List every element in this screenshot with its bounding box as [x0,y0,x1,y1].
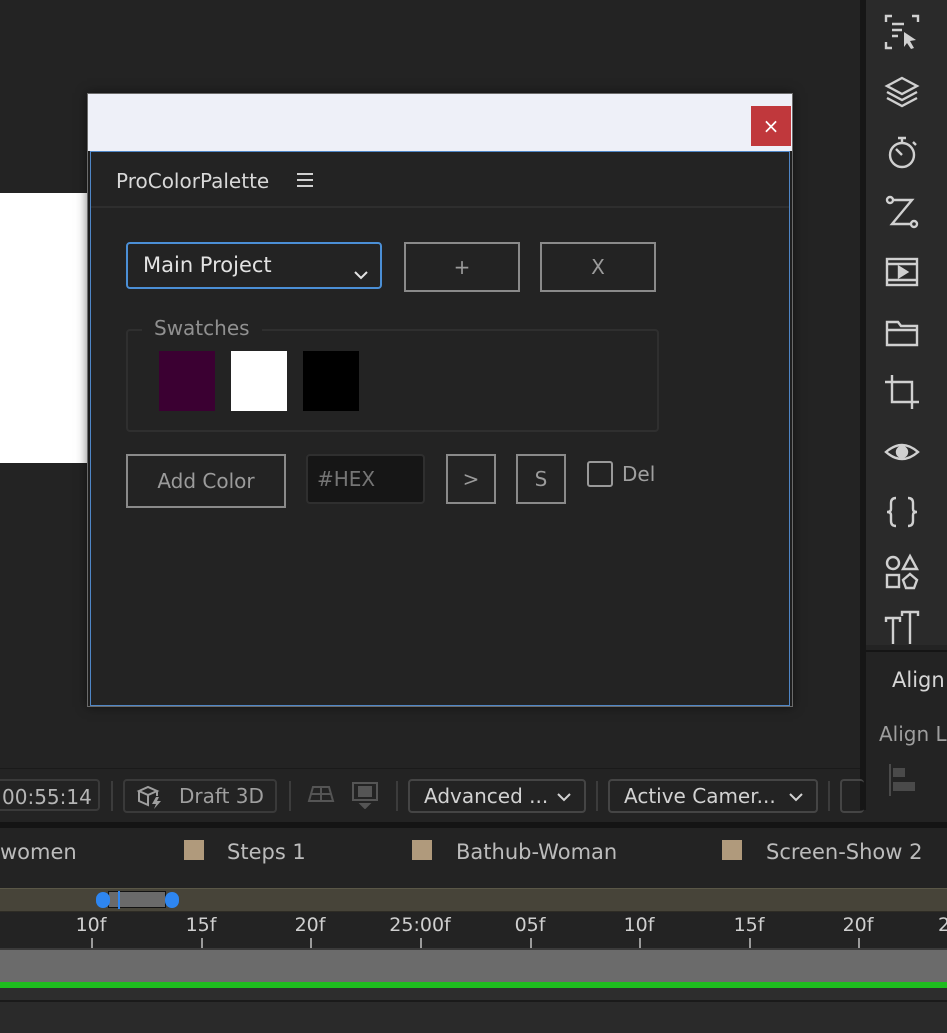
toolbar-separator [111,781,113,811]
chevron-down-icon [786,785,806,805]
tick-label: 20f [842,914,874,936]
timeline-track [0,988,947,1002]
stopwatch-icon[interactable] [882,132,922,172]
layer-color-chip[interactable] [722,840,742,860]
tick-label: 25:00f [389,914,451,936]
tick-label: 20f [294,914,326,936]
swatch-1[interactable] [159,351,215,411]
views-dropdown[interactable] [840,779,864,813]
hex-input[interactable] [306,454,425,504]
tick-mark [530,938,532,948]
navigator-playhead [118,891,120,909]
folder-icon[interactable] [882,312,922,352]
shapes-icon[interactable] [882,552,922,592]
toolbar-separator [396,781,398,811]
swatch-3[interactable] [303,351,359,411]
swatch-2[interactable] [231,351,287,411]
layers-icon[interactable] [882,72,922,112]
tick-label: 2 [937,914,947,936]
tool-strip [866,0,947,645]
delete-checkbox-label: Del [622,462,656,486]
text-tool-icon[interactable] [882,608,922,648]
close-button[interactable]: × [751,106,791,146]
tick-mark [420,938,422,948]
path-tool-icon[interactable] [882,192,922,232]
camera-value: Active Camer... [624,784,776,808]
tick-label: 10f [75,914,107,936]
selection-tool-icon[interactable] [882,12,922,52]
swatches-label: Swatches [142,316,262,340]
crop-icon[interactable] [882,372,922,412]
add-project-button[interactable]: + [404,242,520,292]
layer-label[interactable]: Steps 1 [227,840,306,864]
panel-body: ProColorPalette Main Project + X Swatche… [90,151,790,706]
chevron-down-icon [352,256,370,280]
dialog-title-bar[interactable]: × [88,94,792,151]
toolbar-separator [828,781,830,811]
navigator-range-bar[interactable] [108,891,166,908]
time-ruler[interactable]: 10f 15f 20f 25:00f 05f 10f 15f 20f 2 [0,912,947,948]
viewer-toolbar: 00:55:14 Draft 3D Advanced ... Active Ca… [0,768,864,823]
braces-icon[interactable] [882,492,922,532]
chevron-down-icon [554,785,574,805]
panel-title: ProColorPalette [116,169,270,193]
draft-3d-icon [135,784,165,810]
eye-icon[interactable] [882,432,922,472]
draft-3d-button[interactable]: Draft 3D [123,779,277,813]
layer-color-chip[interactable] [184,840,204,860]
procolorpalette-dialog: × ProColorPalette Main Project + X Swatc… [87,93,793,707]
renderer-dropdown[interactable]: Advanced ... [408,779,586,813]
timeline-track [0,1002,947,1033]
time-navigator[interactable] [0,888,947,912]
add-color-button[interactable]: Add Color [126,454,286,508]
project-select-value: Main Project [143,253,272,277]
toolbar-separator [596,781,598,811]
tick-label: 05f [514,914,546,936]
layer-label[interactable]: women [0,840,77,864]
tick-mark [749,938,751,948]
navigator-end-handle[interactable] [165,892,179,908]
draft-3d-label: Draft 3D [179,784,264,808]
align-panel: Align Align L [866,650,947,812]
ground-plane-icon[interactable] [306,779,336,809]
project-select[interactable]: Main Project [126,242,382,289]
layer-color-chip[interactable] [412,840,432,860]
toolbar-separator [289,781,291,811]
tick-label: 10f [623,914,655,936]
tick-label: 15f [185,914,217,936]
layer-label[interactable]: Screen-Show 2 [766,840,922,864]
align-left-icon[interactable] [886,762,922,798]
camera-dropdown[interactable]: Active Camer... [608,779,818,813]
timeline-layer-tabs: women Steps 1 Bathub-Woman Screen-Show 2 [0,828,947,888]
align-layers-label: Align L [879,722,947,746]
extended-viewer-icon[interactable] [350,779,380,810]
panel-header: ProColorPalette [91,152,789,208]
work-area-track[interactable] [0,948,947,982]
composition-content [0,193,90,463]
swatches-group: Swatches [126,316,659,432]
tick-mark [639,938,641,948]
delete-checkbox[interactable] [587,461,613,487]
tick-mark [91,938,93,948]
tick-mark [858,938,860,948]
video-frame-icon[interactable] [882,252,922,292]
delete-project-button[interactable]: X [540,242,656,292]
align-tab[interactable]: Align [892,668,945,692]
tick-mark [201,938,203,948]
layer-label[interactable]: Bathub-Woman [456,840,617,864]
renderer-value: Advanced ... [424,784,549,808]
tick-mark [310,938,312,948]
apply-hex-button[interactable]: > [446,454,496,504]
timecode-display[interactable]: 00:55:14 [0,779,100,811]
hamburger-menu-icon[interactable] [296,172,314,188]
navigator-start-handle[interactable] [96,892,110,908]
tick-label: 15f [733,914,765,936]
save-button[interactable]: S [516,454,566,504]
